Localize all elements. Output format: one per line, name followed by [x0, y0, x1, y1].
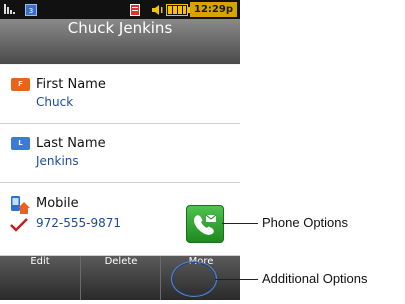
signal-icon: [4, 4, 15, 14]
mobile-phone-icon: [11, 196, 30, 214]
field-label: Last Name: [36, 136, 106, 151]
field-first-name[interactable]: F First Name Chuck: [0, 65, 240, 124]
additional-options-callout: Additional Options: [262, 271, 368, 286]
field-label: First Name: [36, 77, 106, 92]
volume-icon: [152, 5, 163, 15]
field-last-name[interactable]: L Last Name Jenkins: [0, 124, 240, 183]
phone-screen: 3 12:29p Chuck Jenkins F First Name Chuc…: [0, 0, 240, 300]
more-highlight-ring: [171, 261, 217, 297]
contact-title: Chuck Jenkins: [0, 19, 240, 64]
phone-options-button[interactable]: [186, 205, 224, 243]
default-check-icon: [10, 218, 28, 232]
phone-options-callout: Phone Options: [262, 215, 349, 230]
status-bar: 3 12:29p: [0, 0, 240, 19]
svg-text:3: 3: [29, 7, 33, 15]
field-value: Chuck: [36, 95, 74, 109]
field-label: Mobile: [36, 196, 79, 211]
last-name-icon-letter: L: [18, 139, 23, 147]
status-time: 12:29p: [190, 2, 237, 17]
first-name-icon: F: [11, 78, 30, 91]
additional-options-callout-line: [215, 279, 258, 280]
field-value: Jenkins: [36, 154, 79, 168]
first-name-icon-letter: F: [18, 80, 23, 88]
message-icon: [130, 4, 140, 16]
edit-button[interactable]: Edit: [0, 256, 80, 300]
last-name-icon: L: [11, 137, 30, 150]
delete-button[interactable]: Delete: [80, 256, 161, 300]
battery-icon: [166, 4, 190, 16]
phone-message-icon: [194, 214, 217, 235]
network-3g-icon: 3: [25, 4, 37, 16]
phone-options-callout-line: [222, 223, 258, 224]
field-value: 972-555-9871: [36, 216, 122, 230]
